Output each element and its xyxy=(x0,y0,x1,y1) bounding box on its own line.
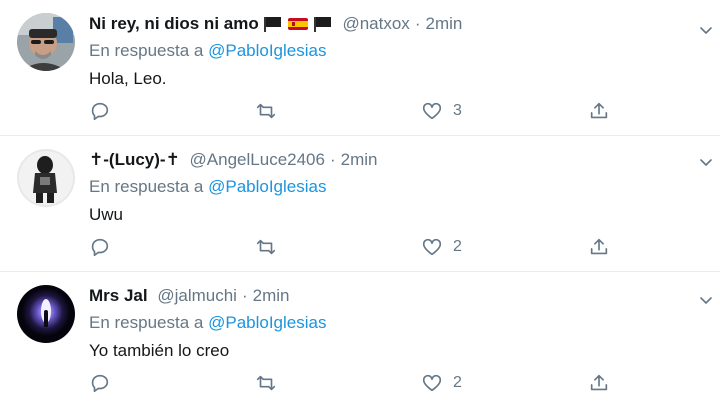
reply-prefix: En respuesta a xyxy=(89,41,204,60)
reply-context: En respuesta a @PabloIglesias xyxy=(89,176,326,198)
retweet-icon xyxy=(256,375,276,391)
reply-context: En respuesta a @PabloIglesias xyxy=(89,312,326,334)
heart-icon xyxy=(422,102,442,120)
reply-context: En respuesta a @PabloIglesias xyxy=(89,40,326,62)
timestamp[interactable]: 2min xyxy=(253,286,290,305)
like-button[interactable]: 2 xyxy=(421,372,462,394)
reply-prefix: En respuesta a xyxy=(89,177,204,196)
tweet-header: ✝-(Lucy)-✝ @AngelLuce2406 · 2min xyxy=(89,148,378,172)
tweet-actions: 3 xyxy=(89,100,649,122)
retweet-icon xyxy=(256,103,276,119)
avatar[interactable] xyxy=(17,149,75,207)
tweet[interactable]: ✝-(Lucy)-✝ @AngelLuce2406 · 2min En respue… xyxy=(0,136,720,271)
tweet-text: Hola, Leo. xyxy=(89,69,167,88)
reply-button[interactable] xyxy=(89,236,121,258)
share-icon xyxy=(590,374,608,391)
share-icon xyxy=(590,102,608,119)
user-handle[interactable]: @natxox xyxy=(342,14,409,33)
reply-icon xyxy=(91,374,109,393)
share-button[interactable] xyxy=(588,236,610,258)
reply-button[interactable] xyxy=(89,100,121,122)
user-handle[interactable]: @AngelLuce2406 xyxy=(190,150,325,169)
separator-dot: · xyxy=(414,14,421,33)
avatar[interactable] xyxy=(17,285,75,343)
timestamp[interactable]: 2min xyxy=(425,14,462,33)
tweet-actions: 2 xyxy=(89,236,649,258)
tweet-text: Uwu xyxy=(89,205,124,224)
tweet-header: Mrs Jal @jalmuchi · 2min xyxy=(89,284,289,308)
display-name[interactable]: Mrs Jal xyxy=(89,286,148,305)
reply-prefix: En respuesta a xyxy=(89,313,204,332)
share-button[interactable] xyxy=(588,100,610,122)
like-count: 2 xyxy=(453,238,462,255)
reply-button[interactable] xyxy=(89,372,121,394)
mention-link[interactable]: @PabloIglesias xyxy=(208,177,326,196)
share-icon xyxy=(590,238,608,255)
like-count: 3 xyxy=(453,102,462,119)
tweet[interactable]: Ni rey, ni dios ni amo @natxox · 2min En r… xyxy=(0,0,720,135)
retweet-button[interactable] xyxy=(255,236,287,258)
heart-icon xyxy=(422,374,442,392)
like-count: 2 xyxy=(453,374,462,391)
timestamp[interactable]: 2min xyxy=(341,150,378,169)
tweet[interactable]: Mrs Jal @jalmuchi · 2min En respuesta a @P… xyxy=(0,272,720,407)
retweet-icon xyxy=(256,239,276,255)
like-button[interactable]: 3 xyxy=(421,100,462,122)
black-flag-icon xyxy=(263,15,283,39)
avatar[interactable] xyxy=(17,13,75,71)
tweet-header: Ni rey, ni dios ni amo @natxox · 2min xyxy=(89,12,462,36)
chevron-down-icon[interactable] xyxy=(698,154,714,170)
black-flag-icon xyxy=(313,15,333,39)
spain-flag-icon xyxy=(287,15,309,39)
retweet-button[interactable] xyxy=(255,100,287,122)
like-button[interactable]: 2 xyxy=(421,236,462,258)
reply-icon xyxy=(91,238,109,257)
mention-link[interactable]: @PabloIglesias xyxy=(208,313,326,332)
heart-icon xyxy=(422,238,442,256)
chevron-down-icon[interactable] xyxy=(698,22,714,38)
share-button[interactable] xyxy=(588,372,610,394)
display-name[interactable]: ✝-(Lucy)-✝ xyxy=(89,150,180,169)
chevron-down-icon[interactable] xyxy=(698,292,714,308)
separator-dot: · xyxy=(241,286,248,305)
user-handle[interactable]: @jalmuchi xyxy=(157,286,237,305)
separator-dot: · xyxy=(329,150,336,169)
tweet-actions: 2 xyxy=(89,372,649,394)
tweet-text: Yo también lo creo xyxy=(89,341,230,360)
display-name[interactable]: Ni rey, ni dios ni amo xyxy=(89,14,259,33)
mention-link[interactable]: @PabloIglesias xyxy=(208,41,326,60)
tweet-timeline: Ni rey, ni dios ni amo @natxox · 2min En r… xyxy=(0,0,720,407)
retweet-button[interactable] xyxy=(255,372,287,394)
reply-icon xyxy=(91,102,109,121)
